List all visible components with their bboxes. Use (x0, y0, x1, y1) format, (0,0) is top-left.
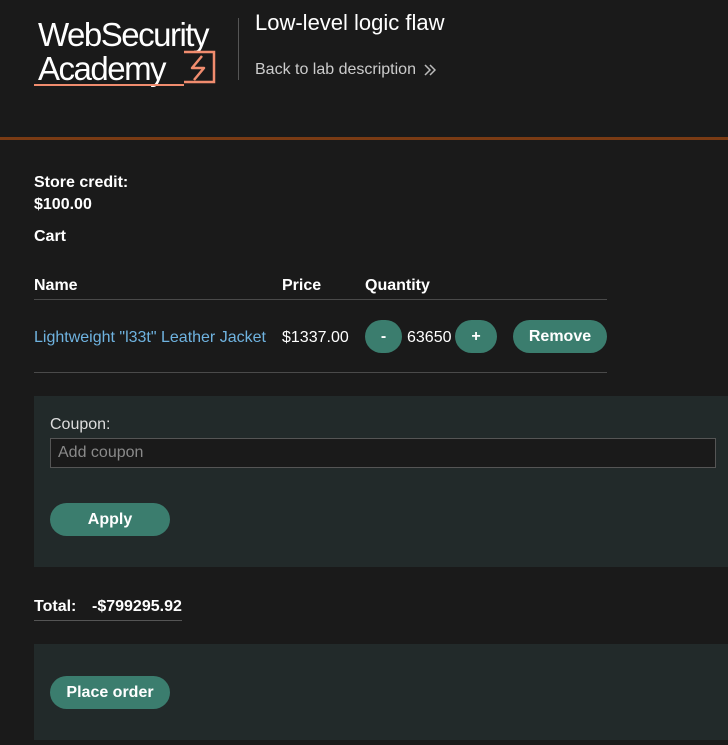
header-divider (238, 18, 239, 80)
increment-quantity-button[interactable]: + (455, 320, 497, 353)
column-header-quantity: Quantity (365, 277, 430, 294)
back-to-lab-label: Back to lab description (255, 61, 416, 78)
remove-item-button[interactable]: Remove (513, 320, 607, 353)
double-chevron-right-icon (424, 64, 436, 76)
column-header-name: Name (34, 277, 78, 294)
apply-coupon-button[interactable]: Apply (50, 503, 170, 536)
place-order-panel: Place order (34, 644, 728, 740)
place-order-button[interactable]: Place order (50, 676, 170, 709)
column-header-price: Price (282, 277, 322, 294)
logo-text-line2: Academy (38, 50, 167, 87)
back-to-lab-link[interactable]: Back to lab description (255, 61, 436, 79)
product-price: $1337.00 (282, 329, 349, 346)
coupon-panel: Coupon: Apply (34, 396, 728, 567)
product-link[interactable]: Lightweight "l33t" Leather Jacket (34, 329, 266, 347)
store-credit-value: $100.00 (34, 196, 92, 213)
header-rule (0, 137, 728, 140)
coupon-input[interactable] (50, 438, 716, 468)
decrement-quantity-button[interactable]: - (365, 320, 402, 353)
table-row-rule (34, 372, 607, 373)
product-quantity: 63650 (407, 329, 452, 346)
coupon-label: Coupon: (50, 416, 111, 433)
table-header-rule (34, 299, 607, 300)
total-value: -$799295.92 (92, 598, 182, 615)
logo-text-line1: WebSecurity (38, 16, 210, 53)
total-rule (34, 620, 182, 621)
lightning-bolt-icon (184, 50, 216, 84)
total-label: Total: (34, 598, 77, 615)
web-security-academy-logo[interactable]: WebSecurity Academy (34, 16, 224, 88)
store-credit-label: Store credit: (34, 174, 129, 191)
lab-title: Low-level logic flaw (255, 10, 445, 35)
cart-heading: Cart (34, 228, 67, 245)
site-header: WebSecurity Academy Low-level logic flaw… (0, 0, 728, 138)
